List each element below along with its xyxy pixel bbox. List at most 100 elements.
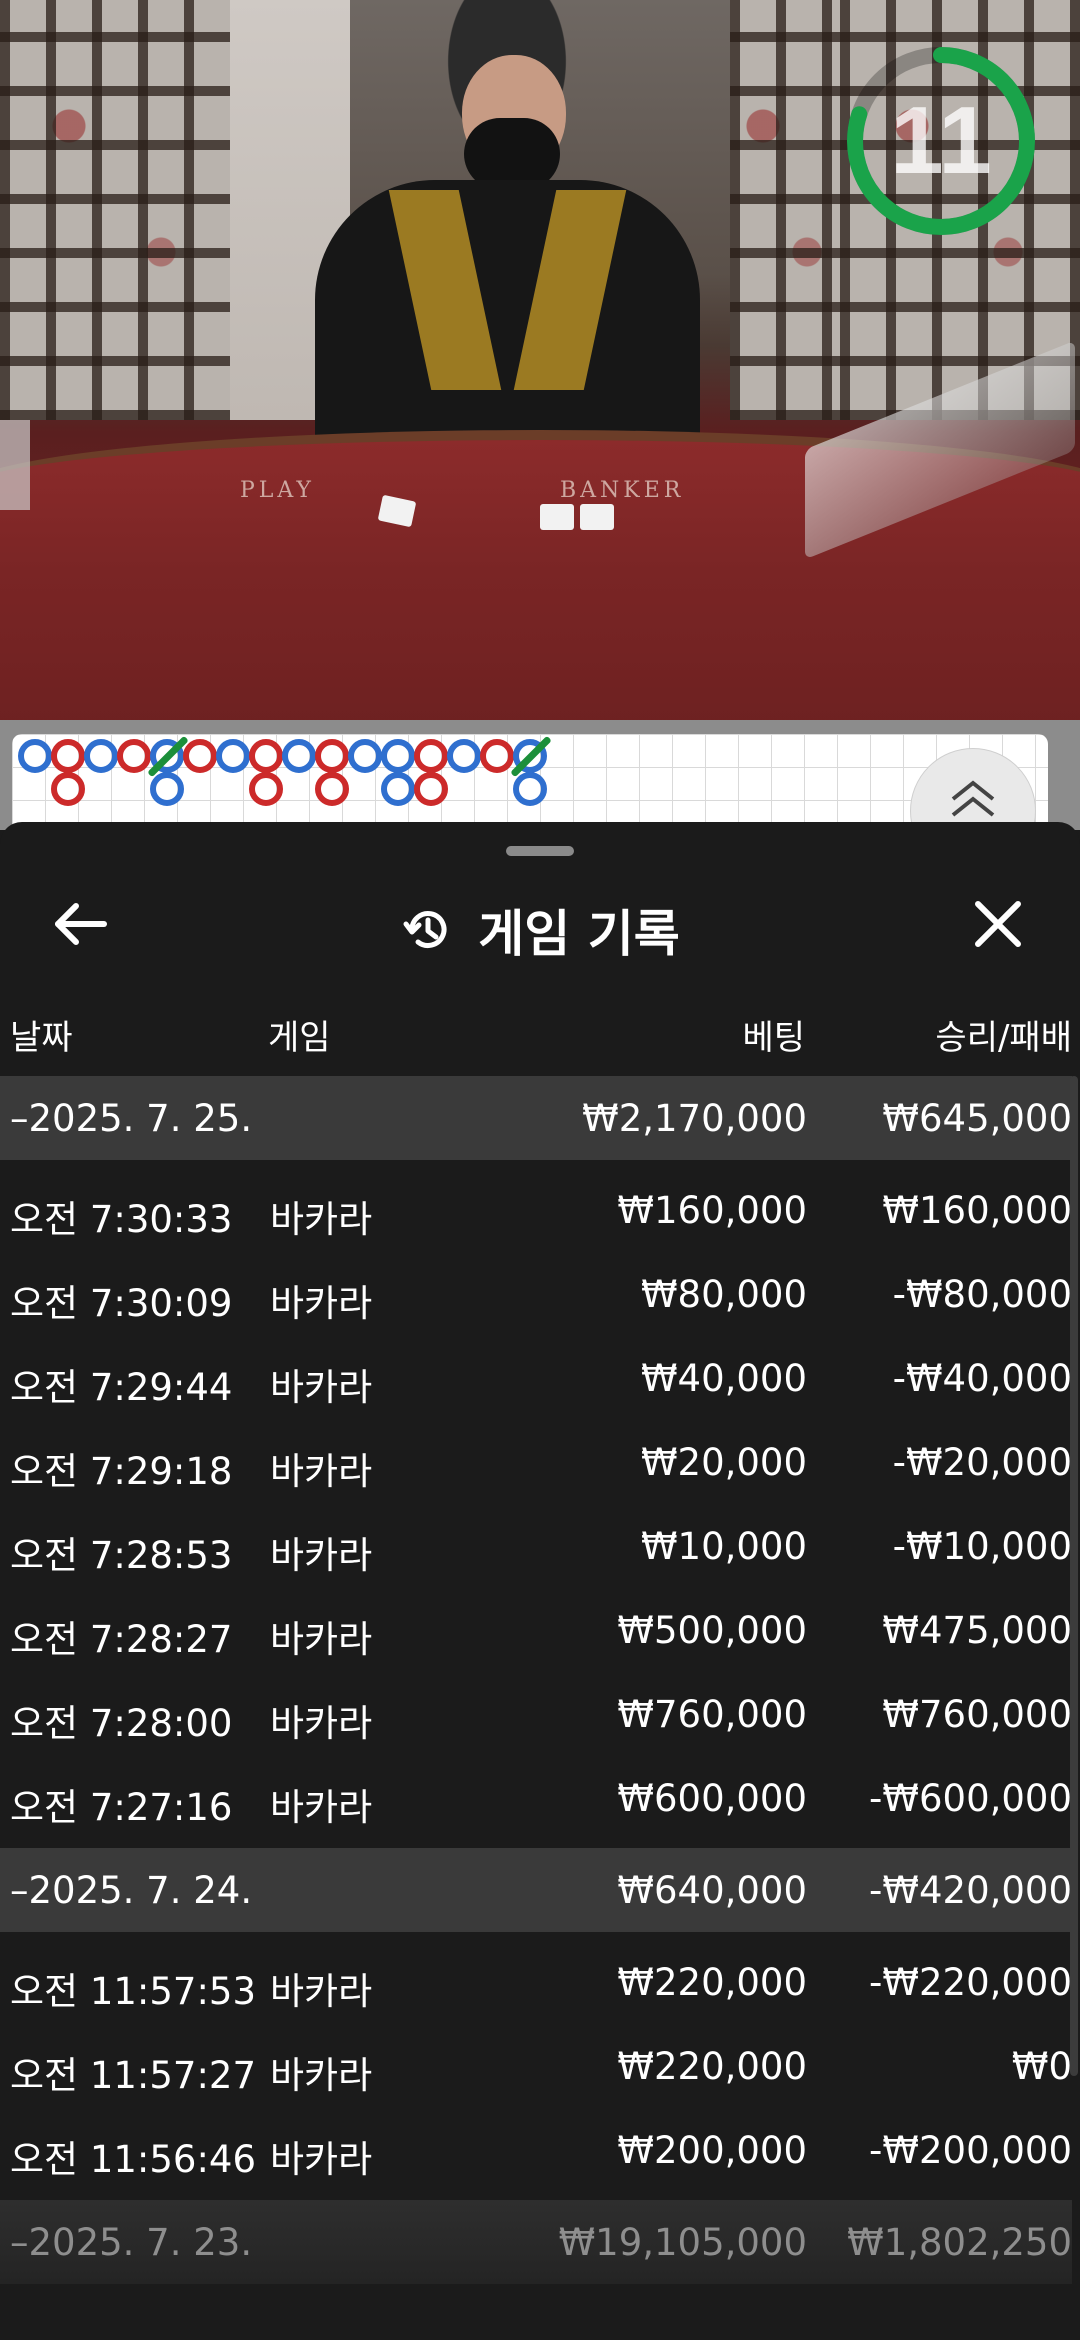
row-result: ₩0 [1011, 2045, 1072, 2088]
history-row[interactable]: 오전 7:29:18 바카라 ₩20,000 -₩20,000 [0, 1420, 1072, 1504]
row-bet: ₩40,000 [640, 1357, 807, 1400]
banker-bead [249, 772, 283, 806]
group-result-total: -₩420,000 [869, 1869, 1072, 1912]
history-row[interactable]: 오전 7:29:44 바카라 ₩40,000 -₩40,000 [0, 1336, 1072, 1420]
history-row[interactable]: 오전 7:28:53 바카라 ₩10,000 -₩10,000 [0, 1504, 1072, 1588]
row-game: 바카라 [270, 1702, 373, 1745]
group-bet-total: ₩2,170,000 [582, 1097, 807, 1140]
row-time: 오전 7:30:33 [10, 1198, 233, 1241]
row-result: -₩40,000 [892, 1357, 1072, 1400]
countdown-timer: 11 [842, 42, 1040, 240]
date-group-header[interactable]: –2025. 7. 23. ₩19,105,000 ₩1,802,250 [0, 2200, 1072, 2284]
scrollbar[interactable] [1070, 1076, 1078, 2076]
row-game: 바카라 [270, 1970, 373, 2013]
row-result: -₩600,000 [869, 1777, 1072, 1820]
history-row[interactable]: 오전 7:30:09 바카라 ₩80,000 -₩80,000 [0, 1252, 1072, 1336]
banker-bead [51, 739, 85, 773]
group-result-total: ₩1,802,250 [847, 2221, 1072, 2264]
group-bet-total: ₩19,105,000 [558, 2221, 807, 2264]
history-row[interactable]: 오전 11:56:46 바카라 ₩200,000 -₩200,000 [0, 2108, 1072, 2192]
game-history-sheet: 게임 기록 날짜 게임 베팅 승리/패배 –2025. 7. 25. ₩2,17… [0, 822, 1080, 2340]
column-result: 승리/패배 [935, 1018, 1072, 1058]
row-time: 오전 7:27:16 [10, 1786, 233, 1829]
row-game: 바카라 [270, 1198, 373, 1241]
date-group-header[interactable]: –2025. 7. 24. ₩640,000 -₩420,000 [0, 1848, 1072, 1932]
row-result: -₩220,000 [869, 1961, 1072, 2004]
row-bet: ₩220,000 [617, 2045, 807, 2088]
banker-bead [315, 739, 349, 773]
group-bet-total: ₩640,000 [617, 1869, 807, 1912]
table-header: 날짜 게임 베팅 승리/패배 [0, 1000, 1080, 1064]
row-result: -₩20,000 [892, 1441, 1072, 1484]
close-button[interactable] [958, 884, 1038, 964]
history-list: –2025. 7. 25. ₩2,170,000 ₩645,000 오전 7:3… [0, 1076, 1072, 2292]
row-bet: ₩20,000 [640, 1441, 807, 1484]
row-bet: ₩600,000 [617, 1777, 807, 1820]
row-time: 오전 7:29:44 [10, 1366, 233, 1409]
banker-bead [249, 739, 283, 773]
row-result: -₩200,000 [869, 2129, 1072, 2172]
row-time: 오전 11:56:46 [10, 2138, 257, 2181]
player-bead [216, 739, 250, 773]
history-icon [403, 911, 447, 948]
banker-bead [315, 772, 349, 806]
group-result-total: ₩645,000 [882, 1097, 1072, 1140]
card-stack [0, 420, 30, 510]
player-bead [348, 739, 382, 773]
banker-bead [117, 739, 151, 773]
playing-card [580, 504, 614, 530]
group-date: –2025. 7. 25. [10, 1097, 253, 1140]
group-date: –2025. 7. 23. [10, 2221, 253, 2264]
banker-bead [414, 772, 448, 806]
row-result: -₩10,000 [892, 1525, 1072, 1568]
row-time: 오전 7:30:09 [10, 1282, 233, 1325]
row-bet: ₩760,000 [617, 1693, 807, 1736]
banker-bead [480, 739, 514, 773]
table-banker-label: BANKER [560, 478, 685, 503]
double-chevron-up-icon [951, 780, 995, 817]
background-screen [0, 0, 230, 420]
player-bead [513, 772, 547, 806]
row-game: 바카라 [270, 1450, 373, 1493]
banker-bead [51, 772, 85, 806]
row-time: 오전 7:28:53 [10, 1534, 233, 1577]
history-row[interactable]: 오전 11:57:53 바카라 ₩220,000 -₩220,000 [0, 1940, 1072, 2024]
player-bead [18, 739, 52, 773]
player-bead [84, 739, 118, 773]
group-date: –2025. 7. 24. [10, 1869, 253, 1912]
row-bet: ₩160,000 [617, 1189, 807, 1232]
row-result: ₩160,000 [882, 1189, 1072, 1232]
history-row[interactable]: 오전 7:28:00 바카라 ₩760,000 ₩760,000 [0, 1672, 1072, 1756]
history-row[interactable]: 오전 7:27:16 바카라 ₩600,000 -₩600,000 [0, 1756, 1072, 1840]
banker-bead [183, 739, 217, 773]
player-bead [381, 739, 415, 773]
row-game: 바카라 [270, 1618, 373, 1661]
row-time: 오전 7:28:27 [10, 1618, 233, 1661]
row-game: 바카라 [270, 1282, 373, 1325]
close-icon [975, 901, 1021, 947]
row-bet: ₩200,000 [617, 2129, 807, 2172]
column-bet: 베팅 [742, 1018, 805, 1058]
history-row[interactable]: 오전 7:30:33 바카라 ₩160,000 ₩160,000 [0, 1168, 1072, 1252]
sheet-title: 게임 기록 [478, 905, 680, 963]
player-bead [282, 739, 316, 773]
sheet-drag-handle[interactable] [506, 846, 574, 856]
timer-value: 11 [890, 87, 992, 194]
row-result: -₩80,000 [892, 1273, 1072, 1316]
history-row[interactable]: 오전 11:57:27 바카라 ₩220,000 ₩0 [0, 2024, 1072, 2108]
table-player-label: PLAY [240, 478, 315, 503]
history-row[interactable]: 오전 7:28:27 바카라 ₩500,000 ₩475,000 [0, 1588, 1072, 1672]
date-group-header[interactable]: –2025. 7. 25. ₩2,170,000 ₩645,000 [0, 1076, 1072, 1160]
column-date: 날짜 [10, 1018, 73, 1058]
row-result: ₩475,000 [882, 1609, 1072, 1652]
row-time: 오전 11:57:53 [10, 1970, 257, 2013]
player-bead [381, 772, 415, 806]
row-time: 오전 7:29:18 [10, 1450, 233, 1493]
row-result: ₩760,000 [882, 1693, 1072, 1736]
row-time: 오전 11:57:27 [10, 2054, 257, 2097]
row-time: 오전 7:28:00 [10, 1702, 233, 1745]
row-game: 바카라 [270, 1786, 373, 1829]
sheet-header: 게임 기록 [0, 880, 1080, 980]
banker-bead [414, 739, 448, 773]
background-screen [730, 0, 840, 420]
